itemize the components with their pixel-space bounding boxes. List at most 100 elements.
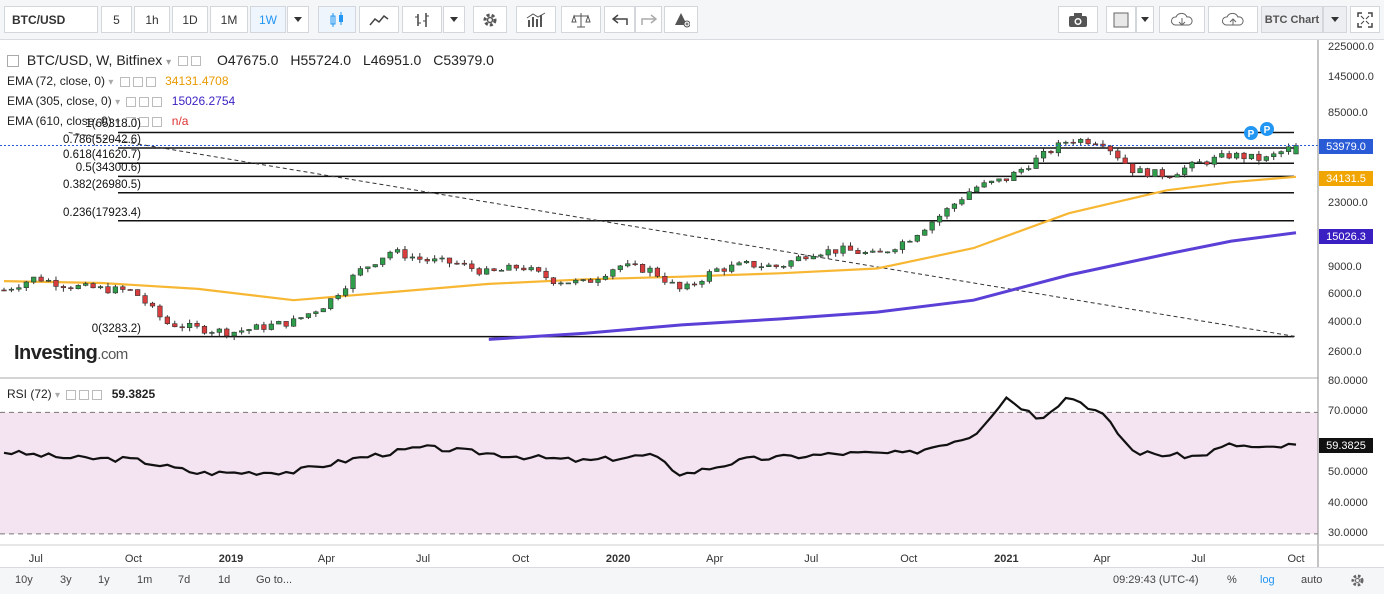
candle-body bbox=[788, 260, 794, 267]
interval-5[interactable]: 5 bbox=[101, 6, 132, 33]
eye-icon[interactable] bbox=[119, 76, 130, 87]
chart-canvas[interactable]: PP bbox=[0, 40, 1384, 567]
candle-body bbox=[239, 330, 245, 333]
candle-body bbox=[684, 283, 690, 290]
range-1d[interactable]: 1d bbox=[218, 574, 230, 586]
ema72-line bbox=[3, 175, 1297, 302]
line-style-button[interactable] bbox=[359, 6, 399, 33]
alert-button[interactable] bbox=[664, 6, 698, 33]
interval-1h[interactable]: 1h bbox=[134, 6, 170, 33]
log-toggle[interactable]: log bbox=[1260, 574, 1275, 586]
candle-body bbox=[625, 263, 631, 267]
compare-button[interactable] bbox=[561, 6, 601, 33]
layout-icon bbox=[1113, 12, 1129, 27]
top-toolbar: BTC/USD 5 1h 1D 1M 1W BTC Chart bbox=[0, 0, 1384, 40]
layout-dropdown[interactable] bbox=[1136, 6, 1154, 33]
candle-body bbox=[402, 249, 408, 259]
watermark-text: Investing bbox=[14, 342, 98, 364]
ema72-legend[interactable]: EMA (72, close, 0) ▾ 34131.4708 bbox=[7, 74, 229, 88]
chart-style-dropdown[interactable] bbox=[443, 6, 465, 33]
save-chart-button[interactable] bbox=[1208, 6, 1258, 33]
eye-icon[interactable] bbox=[178, 56, 189, 67]
candle-body bbox=[424, 259, 430, 262]
candle-body bbox=[157, 305, 163, 318]
bars-style-button[interactable] bbox=[402, 6, 442, 33]
gear-icon[interactable] bbox=[139, 96, 150, 107]
last-price-tag: 53979.0 bbox=[1319, 139, 1373, 154]
ema72-price-tag: 34131.5 bbox=[1319, 171, 1373, 186]
candle-body bbox=[305, 313, 312, 318]
eye-icon[interactable] bbox=[66, 389, 77, 400]
load-chart-button[interactable] bbox=[1159, 6, 1205, 33]
candle-body bbox=[31, 276, 37, 283]
close-icon[interactable] bbox=[145, 76, 156, 87]
candle-body bbox=[758, 266, 764, 268]
candle-body bbox=[1293, 145, 1299, 155]
fullscreen-button[interactable] bbox=[1350, 6, 1380, 33]
redo-icon bbox=[640, 13, 657, 25]
interval-1m[interactable]: 1M bbox=[210, 6, 248, 33]
screenshot-button[interactable] bbox=[1058, 6, 1098, 33]
candle-body bbox=[885, 251, 891, 254]
rsi-tick-label: 30.0000 bbox=[1328, 526, 1368, 539]
time-tick-label: Oct bbox=[1287, 553, 1305, 565]
candle-body bbox=[847, 245, 854, 251]
range-3y[interactable]: 3y bbox=[60, 574, 72, 586]
interval-1d[interactable]: 1D bbox=[172, 6, 208, 33]
rsi-legend[interactable]: RSI (72) ▾ 59.3825 bbox=[7, 387, 155, 401]
chevron-down-icon[interactable]: ▾ bbox=[108, 77, 113, 88]
interval-dropdown[interactable] bbox=[287, 6, 309, 33]
settings-button[interactable] bbox=[473, 6, 507, 33]
fibonacci-retracement[interactable] bbox=[118, 131, 1294, 338]
interval-1w[interactable]: 1W bbox=[250, 6, 286, 33]
range-7d[interactable]: 7d bbox=[178, 574, 190, 586]
candle-body bbox=[342, 288, 349, 296]
candles-style-button[interactable] bbox=[318, 6, 356, 33]
chart-name-dropdown[interactable] bbox=[1323, 6, 1347, 33]
close-icon[interactable] bbox=[152, 96, 163, 107]
indicators-button[interactable] bbox=[516, 6, 556, 33]
gear-icon bbox=[483, 13, 497, 26]
layout-button[interactable] bbox=[1106, 6, 1136, 33]
symbol-search[interactable]: BTC/USD bbox=[4, 6, 98, 33]
goto-button[interactable]: Go to... bbox=[256, 574, 292, 586]
gear-icon[interactable] bbox=[1350, 573, 1365, 588]
candle-body bbox=[276, 321, 282, 325]
candle-body bbox=[142, 295, 148, 304]
auto-toggle[interactable]: auto bbox=[1301, 574, 1322, 586]
eye-icon[interactable] bbox=[126, 96, 137, 107]
candle-body bbox=[8, 288, 15, 291]
range-10y[interactable]: 10y bbox=[15, 574, 33, 586]
fib-level-label: 0.382(26980.5) bbox=[62, 178, 141, 191]
candle-body bbox=[743, 261, 750, 264]
chevron-down-icon[interactable]: ▾ bbox=[166, 57, 171, 68]
undo-button[interactable] bbox=[604, 6, 635, 33]
fib-level-label: 0(3283.2) bbox=[91, 322, 141, 335]
close-icon[interactable] bbox=[92, 389, 103, 400]
range-1y[interactable]: 1y bbox=[98, 574, 110, 586]
range-1m[interactable]: 1m bbox=[137, 574, 152, 586]
chevron-down-icon[interactable]: ▾ bbox=[55, 390, 60, 401]
candle-body bbox=[1204, 161, 1210, 165]
candle-body bbox=[454, 262, 460, 265]
chart-name-button[interactable]: BTC Chart bbox=[1261, 6, 1323, 33]
chevron-down-icon[interactable]: ▾ bbox=[115, 97, 120, 108]
candle-body bbox=[773, 264, 779, 268]
investing-watermark: Investing.com bbox=[14, 342, 128, 365]
gear-icon[interactable] bbox=[132, 76, 143, 87]
collapse-legend-icon[interactable] bbox=[7, 55, 19, 68]
gear-icon[interactable] bbox=[191, 56, 202, 67]
candle-body bbox=[751, 261, 757, 268]
price-tick-label: 145000.0 bbox=[1328, 70, 1374, 83]
candle-body bbox=[387, 251, 393, 259]
candle-body bbox=[610, 269, 616, 277]
pivot-markers[interactable]: PP bbox=[1244, 122, 1274, 140]
candle-body bbox=[484, 268, 490, 275]
ema305-legend[interactable]: EMA (305, close, 0) ▾ 15026.2754 bbox=[7, 94, 235, 108]
candle-body bbox=[350, 274, 356, 290]
candle-body bbox=[446, 257, 453, 264]
percent-toggle[interactable]: % bbox=[1227, 574, 1237, 586]
gear-icon[interactable] bbox=[79, 389, 90, 400]
close-icon[interactable] bbox=[152, 116, 163, 127]
redo-button[interactable] bbox=[635, 6, 662, 33]
